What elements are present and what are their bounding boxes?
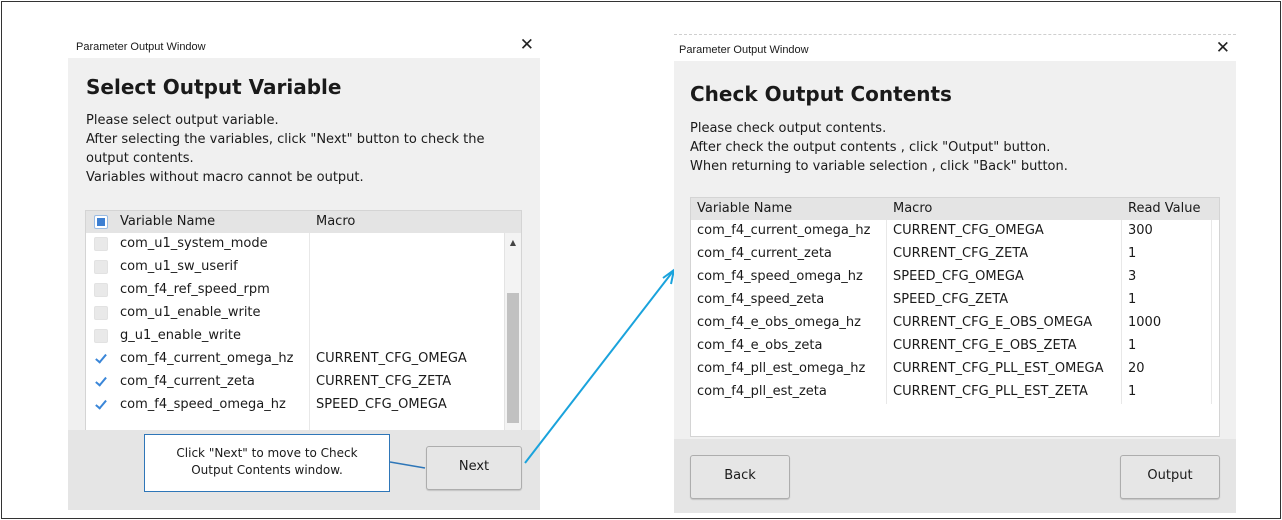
table-row[interactable]: com_f4_current_zeta CURRENT_CFG_ZETA 1 — [691, 243, 1219, 266]
column-header-macro: Macro — [893, 201, 933, 216]
page-title: Check Output Contents — [690, 82, 952, 106]
macro-cell: CURRENT_CFG_E_OBS_OMEGA — [893, 315, 1093, 330]
output-contents-table: Variable Name Macro Read Value com_f4_cu… — [690, 197, 1220, 437]
macro-cell: CURRENT_CFG_ZETA — [893, 246, 1029, 261]
callout-leader-line — [389, 461, 426, 469]
read-value-cell: 1000 — [1128, 315, 1162, 330]
table-header: Variable Name Macro Read Value — [691, 198, 1219, 220]
column-header-variable-name: Variable Name — [697, 201, 793, 216]
read-value-cell: 300 — [1128, 223, 1153, 238]
read-value-cell: 1 — [1128, 292, 1137, 307]
variable-name-cell: com_f4_speed_zeta — [697, 292, 825, 307]
variable-name-cell: com_f4_pll_est_omega_hz — [697, 361, 866, 376]
arrow-line — [524, 269, 675, 464]
read-value-cell: 20 — [1128, 361, 1145, 376]
table-row[interactable]: com_f4_speed_zeta SPEED_CFG_ZETA 1 — [691, 289, 1219, 312]
variable-name-cell: com_f4_current_omega_hz — [697, 223, 871, 238]
table-row[interactable]: com_f4_e_obs_omega_hz CURRENT_CFG_E_OBS_… — [691, 312, 1219, 335]
title-bar: Parameter Output Window ✕ — [674, 35, 1236, 61]
window-title: Parameter Output Window — [679, 44, 809, 56]
instruction-line: Please check output contents. — [690, 121, 887, 136]
instruction-line: When returning to variable selection , c… — [690, 159, 1068, 174]
macro-cell: CURRENT_CFG_PLL_EST_OMEGA — [893, 361, 1104, 376]
variable-name-cell: com_f4_current_zeta — [697, 246, 832, 261]
screenshot-frame: Parameter Output Window ✕ Select Output … — [1, 1, 1281, 519]
table-row[interactable]: com_f4_current_omega_hz CURRENT_CFG_OMEG… — [691, 220, 1219, 243]
variable-name-cell: com_f4_e_obs_omega_hz — [697, 315, 861, 330]
read-value-cell: 1 — [1128, 246, 1137, 261]
back-button-label: Back — [724, 468, 756, 483]
variable-name-cell: com_f4_e_obs_zeta — [697, 338, 823, 353]
back-button[interactable]: Back — [690, 455, 790, 499]
read-value-cell: 3 — [1128, 269, 1137, 284]
macro-cell: CURRENT_CFG_PLL_EST_ZETA — [893, 384, 1088, 399]
variable-name-cell: com_f4_speed_omega_hz — [697, 269, 863, 284]
table-row[interactable]: com_f4_pll_est_zeta CURRENT_CFG_PLL_EST_… — [691, 381, 1219, 404]
output-button-label: Output — [1147, 468, 1193, 483]
close-icon[interactable]: ✕ — [1216, 38, 1230, 58]
table-row[interactable]: com_f4_e_obs_zeta CURRENT_CFG_E_OBS_ZETA… — [691, 335, 1219, 358]
column-header-read-value: Read Value — [1128, 201, 1201, 216]
check-output-contents-window: Parameter Output Window ✕ Check Output C… — [674, 34, 1236, 513]
table-row[interactable]: com_f4_speed_omega_hz SPEED_CFG_OMEGA 3 — [691, 266, 1219, 289]
read-value-cell: 1 — [1128, 384, 1137, 399]
macro-cell: SPEED_CFG_ZETA — [893, 292, 1009, 307]
macro-cell: SPEED_CFG_OMEGA — [893, 269, 1024, 284]
instructions: Please check output contents. After chec… — [690, 119, 1068, 176]
variable-name-cell: com_f4_pll_est_zeta — [697, 384, 827, 399]
macro-cell: CURRENT_CFG_OMEGA — [893, 223, 1044, 238]
table-row[interactable]: com_f4_pll_est_omega_hz CURRENT_CFG_PLL_… — [691, 358, 1219, 381]
macro-cell: CURRENT_CFG_E_OBS_ZETA — [893, 338, 1077, 353]
instruction-line: After check the output contents , click … — [690, 140, 1051, 155]
read-value-cell: 1 — [1128, 338, 1137, 353]
output-button[interactable]: Output — [1120, 455, 1220, 499]
